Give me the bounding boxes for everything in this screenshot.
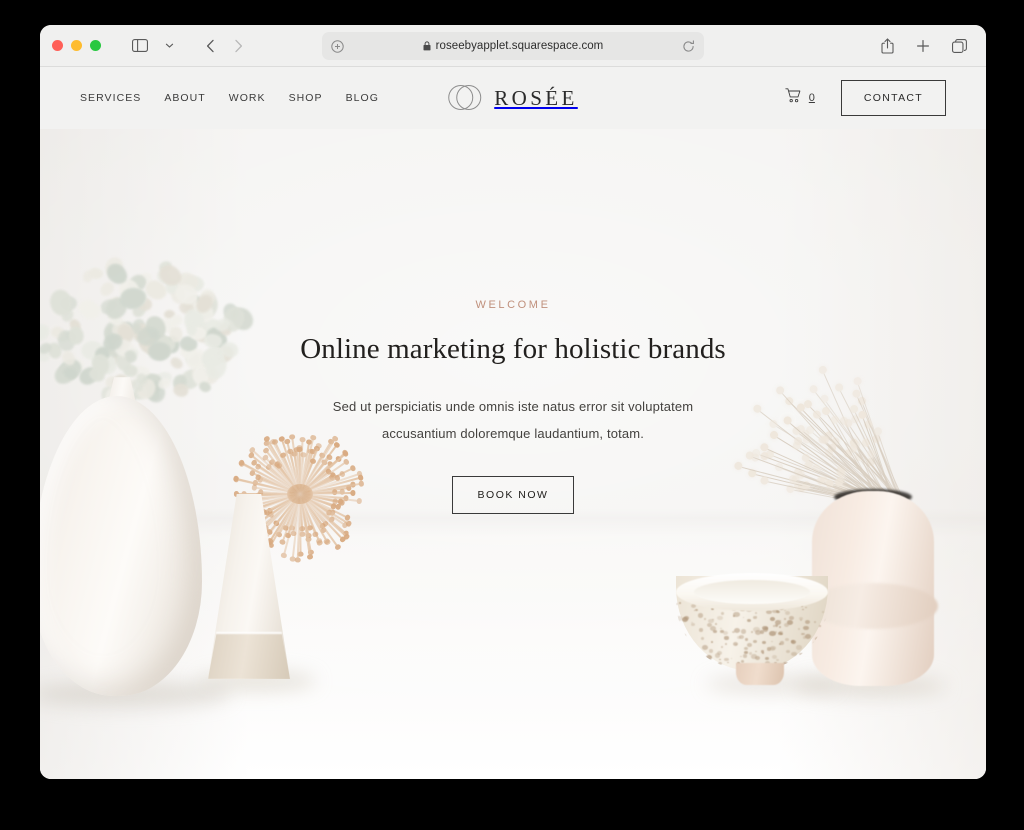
main-navigation: SERVICES ABOUT WORK SHOP BLOG [80,92,379,104]
toolbar-left-group [127,34,251,58]
contact-button[interactable]: CONTACT [840,80,946,116]
cart-icon [785,88,802,108]
url-text: roseebyapplet.squarespace.com [435,40,604,52]
window-controls [52,40,101,51]
nav-item-services[interactable]: SERVICES [80,92,141,104]
plus-icon[interactable] [910,34,936,58]
browser-toolbar: roseebyapplet.squarespace.com [40,25,986,67]
bowl-interior [694,580,810,604]
hydrangea-flowers [40,254,257,411]
share-icon[interactable] [874,34,900,58]
nav-item-about[interactable]: ABOUT [164,92,205,104]
hero-headline: Online marketing for holistic brands [300,333,726,365]
browser-window: roseebyapplet.squarespace.com SERVICES A… [40,25,986,779]
brand-name: ROSÉE [494,85,578,110]
nav-item-work[interactable]: WORK [229,92,266,104]
cart-button[interactable]: 0 [785,88,815,108]
site-logo[interactable]: ROSÉE [448,85,578,111]
overlapping-circles-logo-icon [448,85,482,111]
sidebar-icon[interactable] [127,34,153,58]
hero-content: WELCOME Online marketing for holistic br… [283,299,743,514]
vase-conical-band [208,633,290,679]
minimize-window-button[interactable] [71,40,82,51]
site-header: SERVICES ABOUT WORK SHOP BLOG ROSÉE 0 CO… [40,67,986,129]
address-bar[interactable]: roseebyapplet.squarespace.com [322,32,704,60]
extension-puzzle-icon[interactable] [331,39,344,53]
vase-conical-rim-line [216,631,282,634]
book-now-button[interactable]: BOOK NOW [451,475,575,514]
forward-button[interactable] [225,34,251,58]
toolbar-right-group [874,34,972,58]
lock-icon [423,41,431,51]
webpage-viewport: SERVICES ABOUT WORK SHOP BLOG ROSÉE 0 CO… [40,67,986,779]
close-window-button[interactable] [52,40,63,51]
header-actions: 0 CONTACT [785,80,946,116]
back-button[interactable] [197,34,223,58]
hero-eyebrow: WELCOME [475,299,551,311]
cart-count: 0 [808,92,815,104]
chevron-down-icon[interactable] [156,34,182,58]
navigation-arrows [197,34,251,58]
hero-subtitle: Sed ut perspiciatis unde omnis iste natu… [332,399,694,442]
nav-item-blog[interactable]: BLOG [346,92,379,104]
address-bar-content: roseebyapplet.squarespace.com [322,40,704,52]
bowl-foot [736,663,784,685]
maximize-window-button[interactable] [90,40,101,51]
tab-overview-icon[interactable] [946,34,972,58]
nav-item-shop[interactable]: SHOP [289,92,323,104]
reload-icon[interactable] [682,39,695,53]
